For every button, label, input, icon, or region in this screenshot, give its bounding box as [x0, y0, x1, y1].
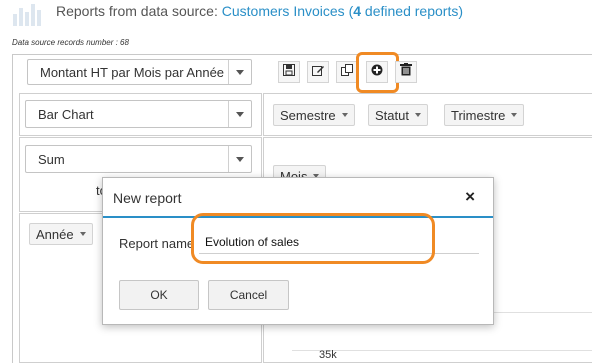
floppy-icon: [283, 63, 295, 81]
chevron-down-icon: [228, 101, 251, 127]
aggregator-value: Sum: [38, 151, 65, 167]
report-select[interactable]: Montant HT par Mois par Année: [27, 59, 252, 85]
dialog-header: New report ×: [103, 178, 493, 218]
pill-semestre[interactable]: Semestre: [273, 104, 355, 126]
caret-down-icon: [341, 113, 348, 117]
pill-label: Statut: [375, 107, 409, 123]
ok-button[interactable]: OK: [119, 280, 199, 310]
pill-label: Trimestre: [451, 107, 506, 123]
caret-down-icon: [511, 113, 518, 117]
copy-icon: [341, 63, 353, 81]
name-field-highlight: [191, 213, 435, 264]
title-prefix: Reports from data source:: [56, 3, 222, 19]
records-count: Data source records number : 68: [12, 38, 129, 47]
add-report-button[interactable]: [366, 61, 388, 83]
pill-trimestre[interactable]: Trimestre: [444, 104, 525, 126]
aggregator-select[interactable]: Sum: [25, 145, 252, 173]
pill-label: Semestre: [280, 107, 336, 123]
plus-circle-icon: [371, 63, 383, 81]
pill-statut[interactable]: Statut: [368, 104, 428, 126]
delete-button[interactable]: [395, 61, 417, 83]
edit-icon: [312, 63, 324, 81]
chart-type-select[interactable]: Bar Chart: [25, 100, 252, 128]
open-paren: (: [344, 3, 354, 19]
chevron-down-icon: [228, 146, 251, 172]
data-source-link[interactable]: Customers Invoices: [222, 3, 345, 19]
dialog-title: New report: [113, 190, 182, 206]
reports-icon: [12, 0, 46, 26]
y-axis-tick: 35k: [319, 349, 337, 361]
save-button[interactable]: [278, 61, 300, 83]
report-select-value: Montant HT par Mois par Année: [40, 64, 225, 80]
chart-gridline: [480, 312, 592, 313]
chart-gridline: [292, 350, 592, 351]
copy-button[interactable]: [336, 61, 358, 83]
cancel-button[interactable]: Cancel: [208, 280, 289, 310]
report-name-label: Report name: [119, 236, 195, 251]
report-count: 4: [353, 3, 362, 19]
chart-type-value: Bar Chart: [38, 106, 94, 122]
chevron-down-icon: [228, 60, 251, 84]
count-suffix: defined reports): [361, 3, 463, 19]
pill-annee[interactable]: Année: [29, 223, 93, 245]
close-icon[interactable]: ×: [465, 188, 475, 206]
pill-label: Année: [36, 226, 74, 242]
caret-down-icon: [79, 232, 86, 236]
trash-icon: [400, 63, 412, 81]
page-title: Reports from data source: Customers Invo…: [56, 3, 463, 19]
edit-button[interactable]: [307, 61, 329, 83]
caret-down-icon: [414, 113, 421, 117]
